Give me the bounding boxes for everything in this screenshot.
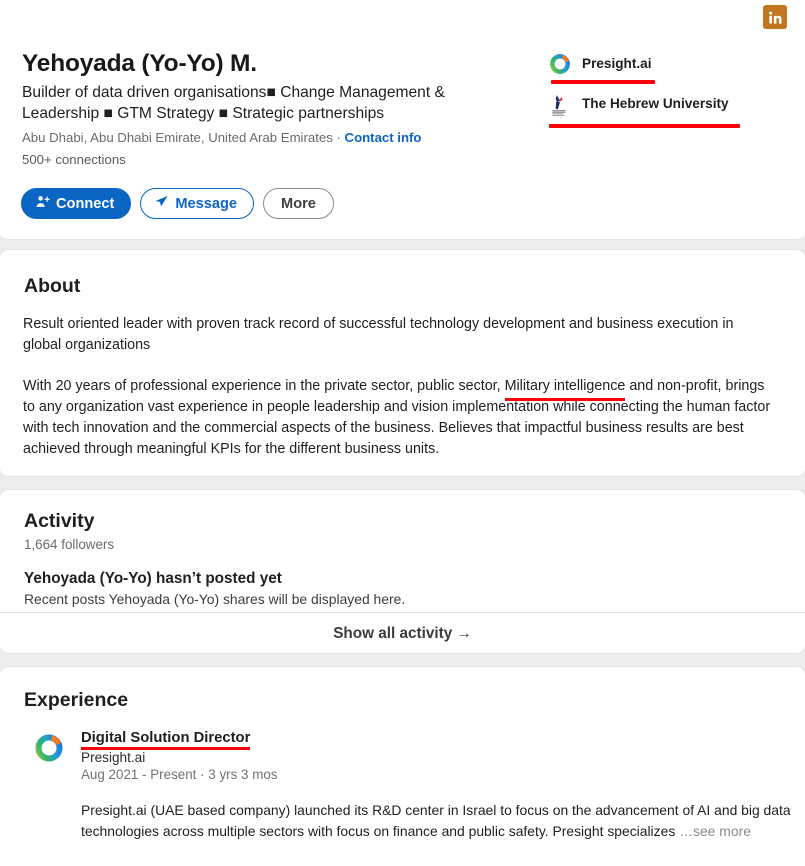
hebrew-university-logo-icon — [549, 93, 571, 116]
experience-description: Presight.ai (UAE based company) launched… — [81, 800, 805, 842]
send-icon — [154, 194, 169, 213]
organization-name: The Hebrew University — [582, 96, 729, 111]
more-button-label: More — [281, 195, 316, 212]
followers-count: 1,664 followers — [24, 537, 115, 552]
organization-item-presight[interactable]: Presight.ai — [549, 50, 789, 84]
linkedin-profile-page: Yehoyada (Yo-Yo) M. Builder of data driv… — [0, 0, 805, 866]
about-paragraph-1: Result oriented leader with proven track… — [23, 316, 734, 354]
presight-ring-logo-icon — [34, 733, 64, 763]
more-button[interactable]: More — [263, 188, 334, 219]
about-highlighted-phrase: Military intelligence — [504, 376, 625, 402]
experience-card: Experience Digital Solution Director Pre… — [0, 666, 805, 866]
about-p2-before: With 20 years of professional experience… — [23, 378, 505, 395]
about-section-title: About — [24, 275, 81, 297]
linkedin-icon — [763, 5, 787, 29]
profile-location: Abu Dhabi, Abu Dhabi Emirate, United Ara… — [22, 129, 333, 145]
profile-identity: Yehoyada (Yo-Yo) M. Builder of data driv… — [22, 50, 527, 167]
experience-company: Presight.ai — [81, 750, 146, 765]
experience-role-row: Digital Solution Director — [81, 729, 779, 750]
activity-empty-heading: Yehoyada (Yo-Yo) hasn’t posted yet — [24, 570, 282, 587]
profile-headline: Builder of data driven organisations■ Ch… — [22, 83, 445, 123]
experience-section-title: Experience — [24, 689, 129, 711]
contact-info-link[interactable]: Contact info — [345, 130, 422, 145]
organization-item-hebrew-university[interactable]: The Hebrew University — [549, 90, 789, 128]
connections-count: 500+ connections — [22, 151, 126, 167]
experience-role[interactable]: Digital Solution Director — [81, 730, 251, 750]
about-body: Result oriented leader with proven track… — [23, 314, 774, 460]
location-separator: · — [332, 129, 345, 145]
experience-item-text: Digital Solution Director Presight.ai Au… — [81, 729, 791, 842]
experience-item: Digital Solution Director Presight.ai Au… — [34, 729, 791, 842]
profile-organizations: Presight.ai The Hebrew University — [549, 50, 789, 128]
experience-dates: Aug 2021 - Present · 3 yrs 3 mos — [81, 767, 278, 782]
organization-name: Presight.ai — [582, 56, 652, 71]
profile-action-buttons: Connect Message More — [21, 188, 334, 219]
connect-button[interactable]: Connect — [21, 188, 132, 219]
message-button-label: Message — [175, 195, 238, 212]
activity-card: Activity 1,664 followers Yehoyada (Yo-Yo… — [0, 489, 805, 654]
presight-ring-logo-icon — [549, 53, 571, 75]
page-title: Yehoyada (Yo-Yo) M. — [22, 50, 257, 77]
connect-button-label: Connect — [56, 195, 115, 212]
message-button[interactable]: Message — [140, 188, 255, 219]
about-paragraph-2: With 20 years of professional experience… — [23, 376, 774, 460]
profile-hero-card: Yehoyada (Yo-Yo) M. Builder of data driv… — [0, 0, 805, 240]
show-all-activity-button[interactable]: Show all activity → — [0, 613, 805, 654]
person-add-icon — [35, 194, 50, 213]
activity-section-title: Activity — [24, 510, 95, 532]
about-card: About Result oriented leader with proven… — [0, 249, 805, 477]
activity-empty-subtext: Recent posts Yehoyada (Yo-Yo) shares wil… — [24, 591, 406, 607]
profile-location-row: Abu Dhabi, Abu Dhabi Emirate, United Ara… — [22, 130, 527, 145]
highlight-underline-hebrew-university — [549, 124, 740, 128]
highlight-underline-presight — [551, 80, 655, 84]
see-more-link[interactable]: …see more — [679, 823, 751, 839]
